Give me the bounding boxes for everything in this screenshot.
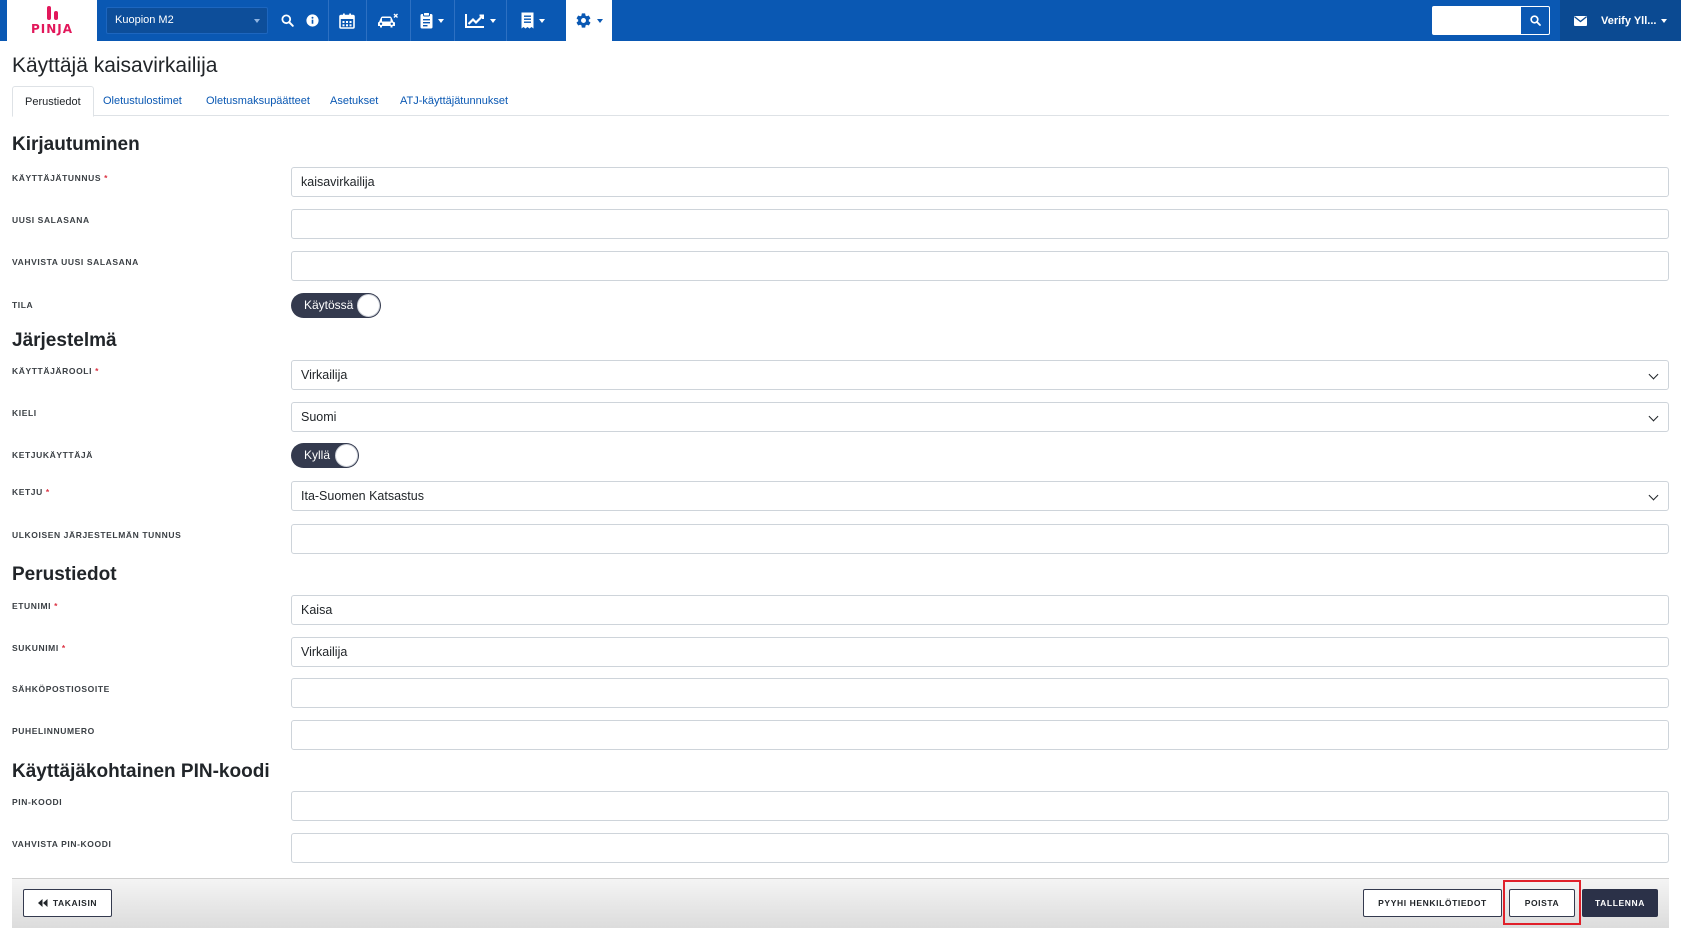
chevron-down-icon [1648, 490, 1659, 501]
role-label: KÄYTTÄJÄROOLI * [12, 366, 99, 376]
new-password-input[interactable] [291, 209, 1669, 239]
last-name-label: SUKUNIMI * [12, 643, 66, 653]
language-select[interactable]: Suomi [291, 402, 1669, 432]
site-selector[interactable]: Kuopion M2 [106, 7, 268, 34]
pinja-logo-mark [46, 5, 58, 20]
section-title-pin: Käyttäjäkohtainen PIN-koodi [12, 761, 270, 782]
chevron-down-icon [1648, 411, 1659, 422]
save-button[interactable]: TALLENNA [1582, 889, 1658, 917]
chain-select-value: Ita-Suomen Katsastus [301, 489, 424, 503]
chevron-down-icon [489, 18, 496, 23]
language-label: KIELI [12, 408, 37, 418]
phone-input[interactable] [291, 720, 1669, 750]
page-title: Käyttäjä kaisavirkailija [12, 54, 218, 77]
car-service-icon [378, 13, 398, 27]
section-title-login: Kirjautuminen [12, 134, 140, 155]
chevron-down-icon [1648, 369, 1659, 380]
gear-icon [576, 13, 591, 28]
search-icon [1529, 15, 1541, 26]
first-name-label: ETUNIMI * [12, 601, 59, 611]
role-select-value: Virkailija [301, 368, 348, 382]
info-icon [305, 14, 319, 27]
info-nav-button[interactable] [300, 0, 324, 41]
inspection-menu-button[interactable] [411, 0, 453, 41]
global-search-button[interactable] [1520, 6, 1550, 35]
status-toggle[interactable]: Käytössä [291, 293, 381, 318]
chain-user-toggle[interactable]: Kyllä [291, 443, 359, 468]
top-navbar: PINJA Kuopion M2 Verify Yll... [0, 0, 1681, 41]
search-icon [280, 14, 294, 27]
required-marker: * [61, 643, 66, 653]
calendar-nav-button[interactable] [329, 0, 365, 41]
confirm-pin-input[interactable] [291, 833, 1669, 863]
user-name: Verify Yll... [1601, 14, 1657, 27]
email-label: SÄHKÖPOSTIOSOITE [12, 684, 110, 694]
chain-label: KETJU * [12, 487, 50, 497]
chevron-down-icon [438, 18, 444, 23]
language-select-value: Suomi [301, 410, 337, 424]
global-search-input[interactable] [1432, 6, 1520, 35]
external-id-label: ULKOISEN JÄRJESTELMÄN TUNNUS [12, 530, 182, 540]
toggle-knob [335, 444, 358, 467]
receipt-icon [521, 12, 534, 29]
tab-bar: Perustiedot Oletustulostimet Oletusmaksu… [12, 86, 1669, 117]
clear-personal-data-button[interactable]: PYYHI HENKILÖTIEDOT [1363, 889, 1502, 917]
first-name-input[interactable] [291, 595, 1669, 625]
tab-atj-kayttajatunnukset[interactable]: ATJ-käyttäjätunnukset [388, 86, 520, 116]
chain-user-toggle-label: Kyllä [304, 448, 331, 462]
back-button-label: TAKAISIN [52, 898, 98, 908]
chevron-down-icon [1661, 18, 1668, 23]
tab-oletusmaksupaatteet[interactable]: Oletusmaksupäätteet [194, 86, 322, 116]
tab-asetukset[interactable]: Asetukset [318, 86, 390, 116]
tab-oletustulostimet[interactable]: Oletustulostimet [91, 86, 194, 116]
role-select[interactable]: Virkailija [291, 360, 1669, 390]
tab-perustiedot[interactable]: Perustiedot [12, 86, 94, 117]
confirm-password-label: VAHVISTA UUSI SALASANA [12, 257, 139, 267]
documents-menu-button[interactable] [507, 0, 559, 41]
vehicle-nav-button[interactable] [367, 0, 409, 41]
confirm-pin-label: VAHVISTA PIN-KOODI [12, 839, 112, 849]
chain-select[interactable]: Ita-Suomen Katsastus [291, 481, 1669, 511]
user-menu[interactable]: Verify Yll... [1560, 0, 1681, 41]
pinja-logo[interactable]: PINJA [7, 0, 97, 41]
chevron-down-icon [597, 18, 603, 23]
brand-name: PINJA [30, 21, 74, 36]
delete-button-highlight [1503, 880, 1581, 925]
username-input[interactable] [291, 167, 1669, 197]
toggle-knob [357, 294, 380, 317]
settings-menu-button[interactable] [566, 0, 612, 41]
chevron-down-icon [254, 19, 260, 23]
email-input[interactable] [291, 678, 1669, 708]
username-label: KÄYTTÄJÄTUNNUS * [12, 173, 109, 183]
external-id-input[interactable] [291, 524, 1669, 554]
site-selector-value: Kuopion M2 [115, 14, 174, 26]
section-title-basic: Perustiedot [12, 564, 117, 585]
save-button-label: TALLENNA [1595, 898, 1645, 908]
status-label: TILA [12, 300, 34, 310]
new-password-label: UUSI SALASANA [12, 215, 90, 225]
double-chevron-left-icon [37, 899, 48, 907]
clear-personal-data-label: PYYHI HENKILÖTIEDOT [1378, 898, 1487, 908]
status-toggle-label: Käytössä [304, 298, 354, 312]
required-marker: * [104, 173, 109, 183]
pin-input[interactable] [291, 791, 1669, 821]
last-name-input[interactable] [291, 637, 1669, 667]
phone-label: PUHELINNUMERO [12, 726, 95, 736]
envelope-icon[interactable] [1574, 15, 1587, 26]
chain-user-label: KETJUKÄYTTÄJÄ [12, 450, 94, 460]
confirm-password-input[interactable] [291, 251, 1669, 281]
pin-label: PIN-KOODI [12, 797, 63, 807]
required-marker: * [45, 487, 50, 497]
search-nav-button[interactable] [275, 0, 299, 41]
back-button[interactable]: TAKAISIN [23, 889, 112, 917]
required-marker: * [54, 601, 59, 611]
clipboard-icon [420, 12, 433, 29]
reports-menu-button[interactable] [455, 0, 505, 41]
section-title-system: Järjestelmä [12, 330, 117, 351]
required-marker: * [95, 366, 99, 376]
line-chart-icon [464, 14, 484, 28]
calendar-icon [339, 13, 355, 29]
chevron-down-icon [539, 18, 545, 23]
